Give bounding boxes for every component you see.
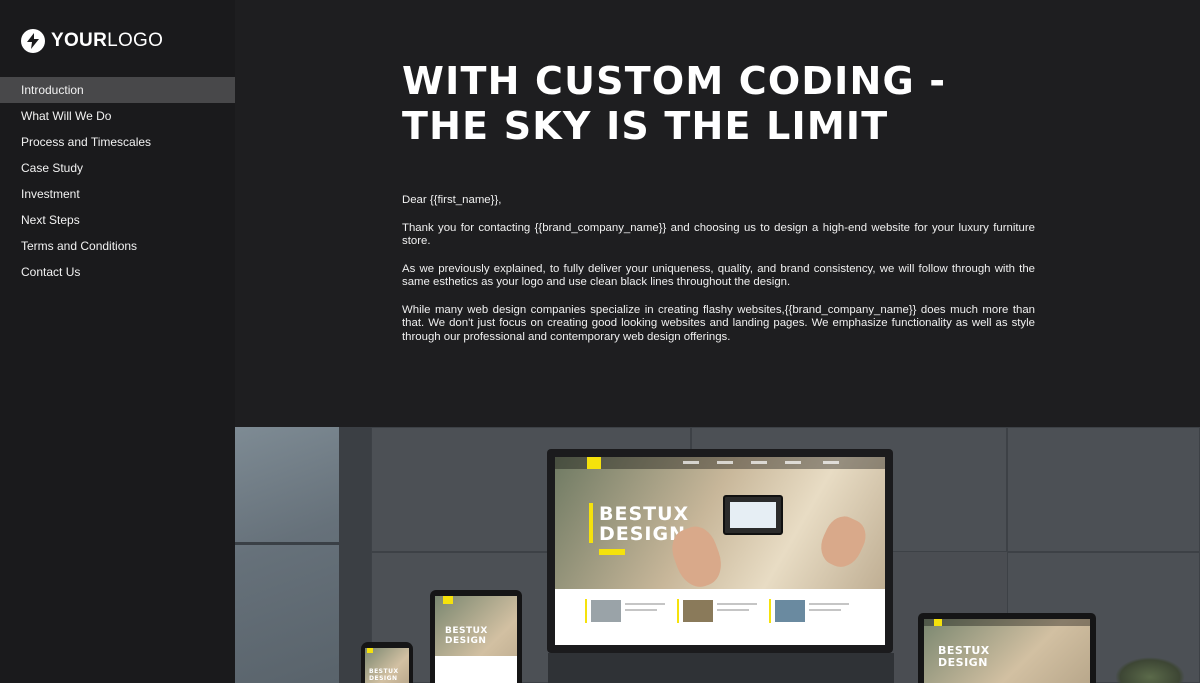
cta-button-graphic: [599, 549, 625, 555]
paragraph-2: As we previously explained, to fully del…: [402, 262, 1035, 289]
feature-text-line: [625, 609, 657, 611]
website-nav: [555, 457, 885, 469]
sidebar: YOURLOGO Introduction What Will We Do Pr…: [0, 0, 235, 683]
phone-title-line-2: DESIGN: [369, 675, 398, 682]
logo-text-light: LOGO: [107, 30, 164, 51]
wall-panel: [1007, 427, 1200, 552]
sidebar-item-introduction[interactable]: Introduction: [0, 77, 235, 103]
accent-bar: [589, 503, 593, 543]
feature-text-line: [625, 603, 665, 605]
headline-line-1: WITH CUSTOM CODING -: [402, 59, 947, 103]
lightning-bolt-icon: [21, 29, 45, 53]
accent-square: [934, 619, 942, 626]
feature-text-line: [717, 603, 757, 605]
concrete-wall: [235, 427, 339, 683]
feature-accent: [585, 599, 587, 623]
feature-text-line: [809, 609, 841, 611]
feature-text-line: [809, 603, 849, 605]
tablet-device: BESTUX DESIGN: [430, 590, 522, 683]
screen-title-line-1: BESTUX: [599, 503, 690, 525]
hand-graphic: [814, 510, 872, 574]
phone-title: BESTUX DESIGN: [369, 668, 399, 682]
feature-accent: [677, 599, 679, 623]
laptop-device: BESTUX DESIGN: [918, 613, 1096, 683]
sidebar-item-what-will-we-do[interactable]: What Will We Do: [0, 103, 235, 129]
tablet-title-line-2: DESIGN: [445, 636, 487, 646]
laptop-screen: BESTUX DESIGN: [924, 619, 1090, 683]
website-feature-row: [555, 589, 885, 645]
phone-title-line-1: BESTUX: [369, 668, 399, 675]
tablet-screen: BESTUX DESIGN: [435, 596, 517, 683]
accent-square: [443, 596, 453, 604]
logo-text-bold: YOUR: [51, 30, 108, 51]
feature-accent: [769, 599, 771, 623]
main-content: WITH CUSTOM CODING - THE SKY IS THE LIMI…: [235, 0, 1200, 427]
paragraph-1: Thank you for contacting {{brand_company…: [402, 221, 1035, 248]
paragraph-3: While many web design companies speciali…: [402, 303, 1035, 343]
headline-line-2: THE SKY IS THE LIMIT: [402, 104, 889, 148]
letter-body: Dear {{first_name}}, Thank you for conta…: [402, 194, 1035, 358]
devices-mockup-image: BESTUX DESIGN BESTUX DESIGN BESTUX DESIG…: [235, 427, 1200, 683]
logo-wordmark: YOURLOGO: [51, 30, 163, 52]
tablet-title-line-1: BESTUX: [445, 626, 488, 636]
sidebar-item-investment[interactable]: Investment: [0, 181, 235, 207]
feature-thumb: [775, 600, 805, 622]
phone-device: BESTUX DESIGN: [361, 642, 413, 683]
phone-screen: BESTUX DESIGN: [365, 648, 409, 683]
monitor-screen: BESTUX DESIGN: [555, 457, 885, 645]
tablet-feature-row: [435, 656, 517, 683]
tablet-title: BESTUX DESIGN: [445, 626, 488, 646]
sidebar-item-contact-us[interactable]: Contact Us: [0, 259, 235, 285]
laptop-title: BESTUX DESIGN: [938, 645, 990, 669]
feature-thumb: [591, 600, 621, 622]
sidebar-item-case-study[interactable]: Case Study: [0, 155, 235, 181]
tablet-graphic: [723, 495, 783, 535]
laptop-nav: [924, 619, 1090, 626]
accent-square: [367, 648, 373, 653]
greeting: Dear {{first_name}},: [402, 194, 502, 206]
accent-square: [587, 457, 601, 469]
desktop-monitor: BESTUX DESIGN: [547, 449, 893, 653]
feature-thumb: [683, 600, 713, 622]
brand-logo[interactable]: YOURLOGO: [21, 29, 163, 53]
monitor-stand: [548, 653, 894, 683]
sidebar-item-process-and-timescales[interactable]: Process and Timescales: [0, 129, 235, 155]
sidebar-item-next-steps[interactable]: Next Steps: [0, 207, 235, 233]
sidebar-nav: Introduction What Will We Do Process and…: [0, 77, 235, 285]
page-headline: WITH CUSTOM CODING - THE SKY IS THE LIMI…: [402, 59, 1042, 149]
website-hero: BESTUX DESIGN: [555, 457, 885, 593]
laptop-title-line-2: DESIGN: [938, 656, 988, 669]
feature-text-line: [717, 609, 749, 611]
plant-graphic: [1115, 657, 1185, 683]
sidebar-item-terms-and-conditions[interactable]: Terms and Conditions: [0, 233, 235, 259]
